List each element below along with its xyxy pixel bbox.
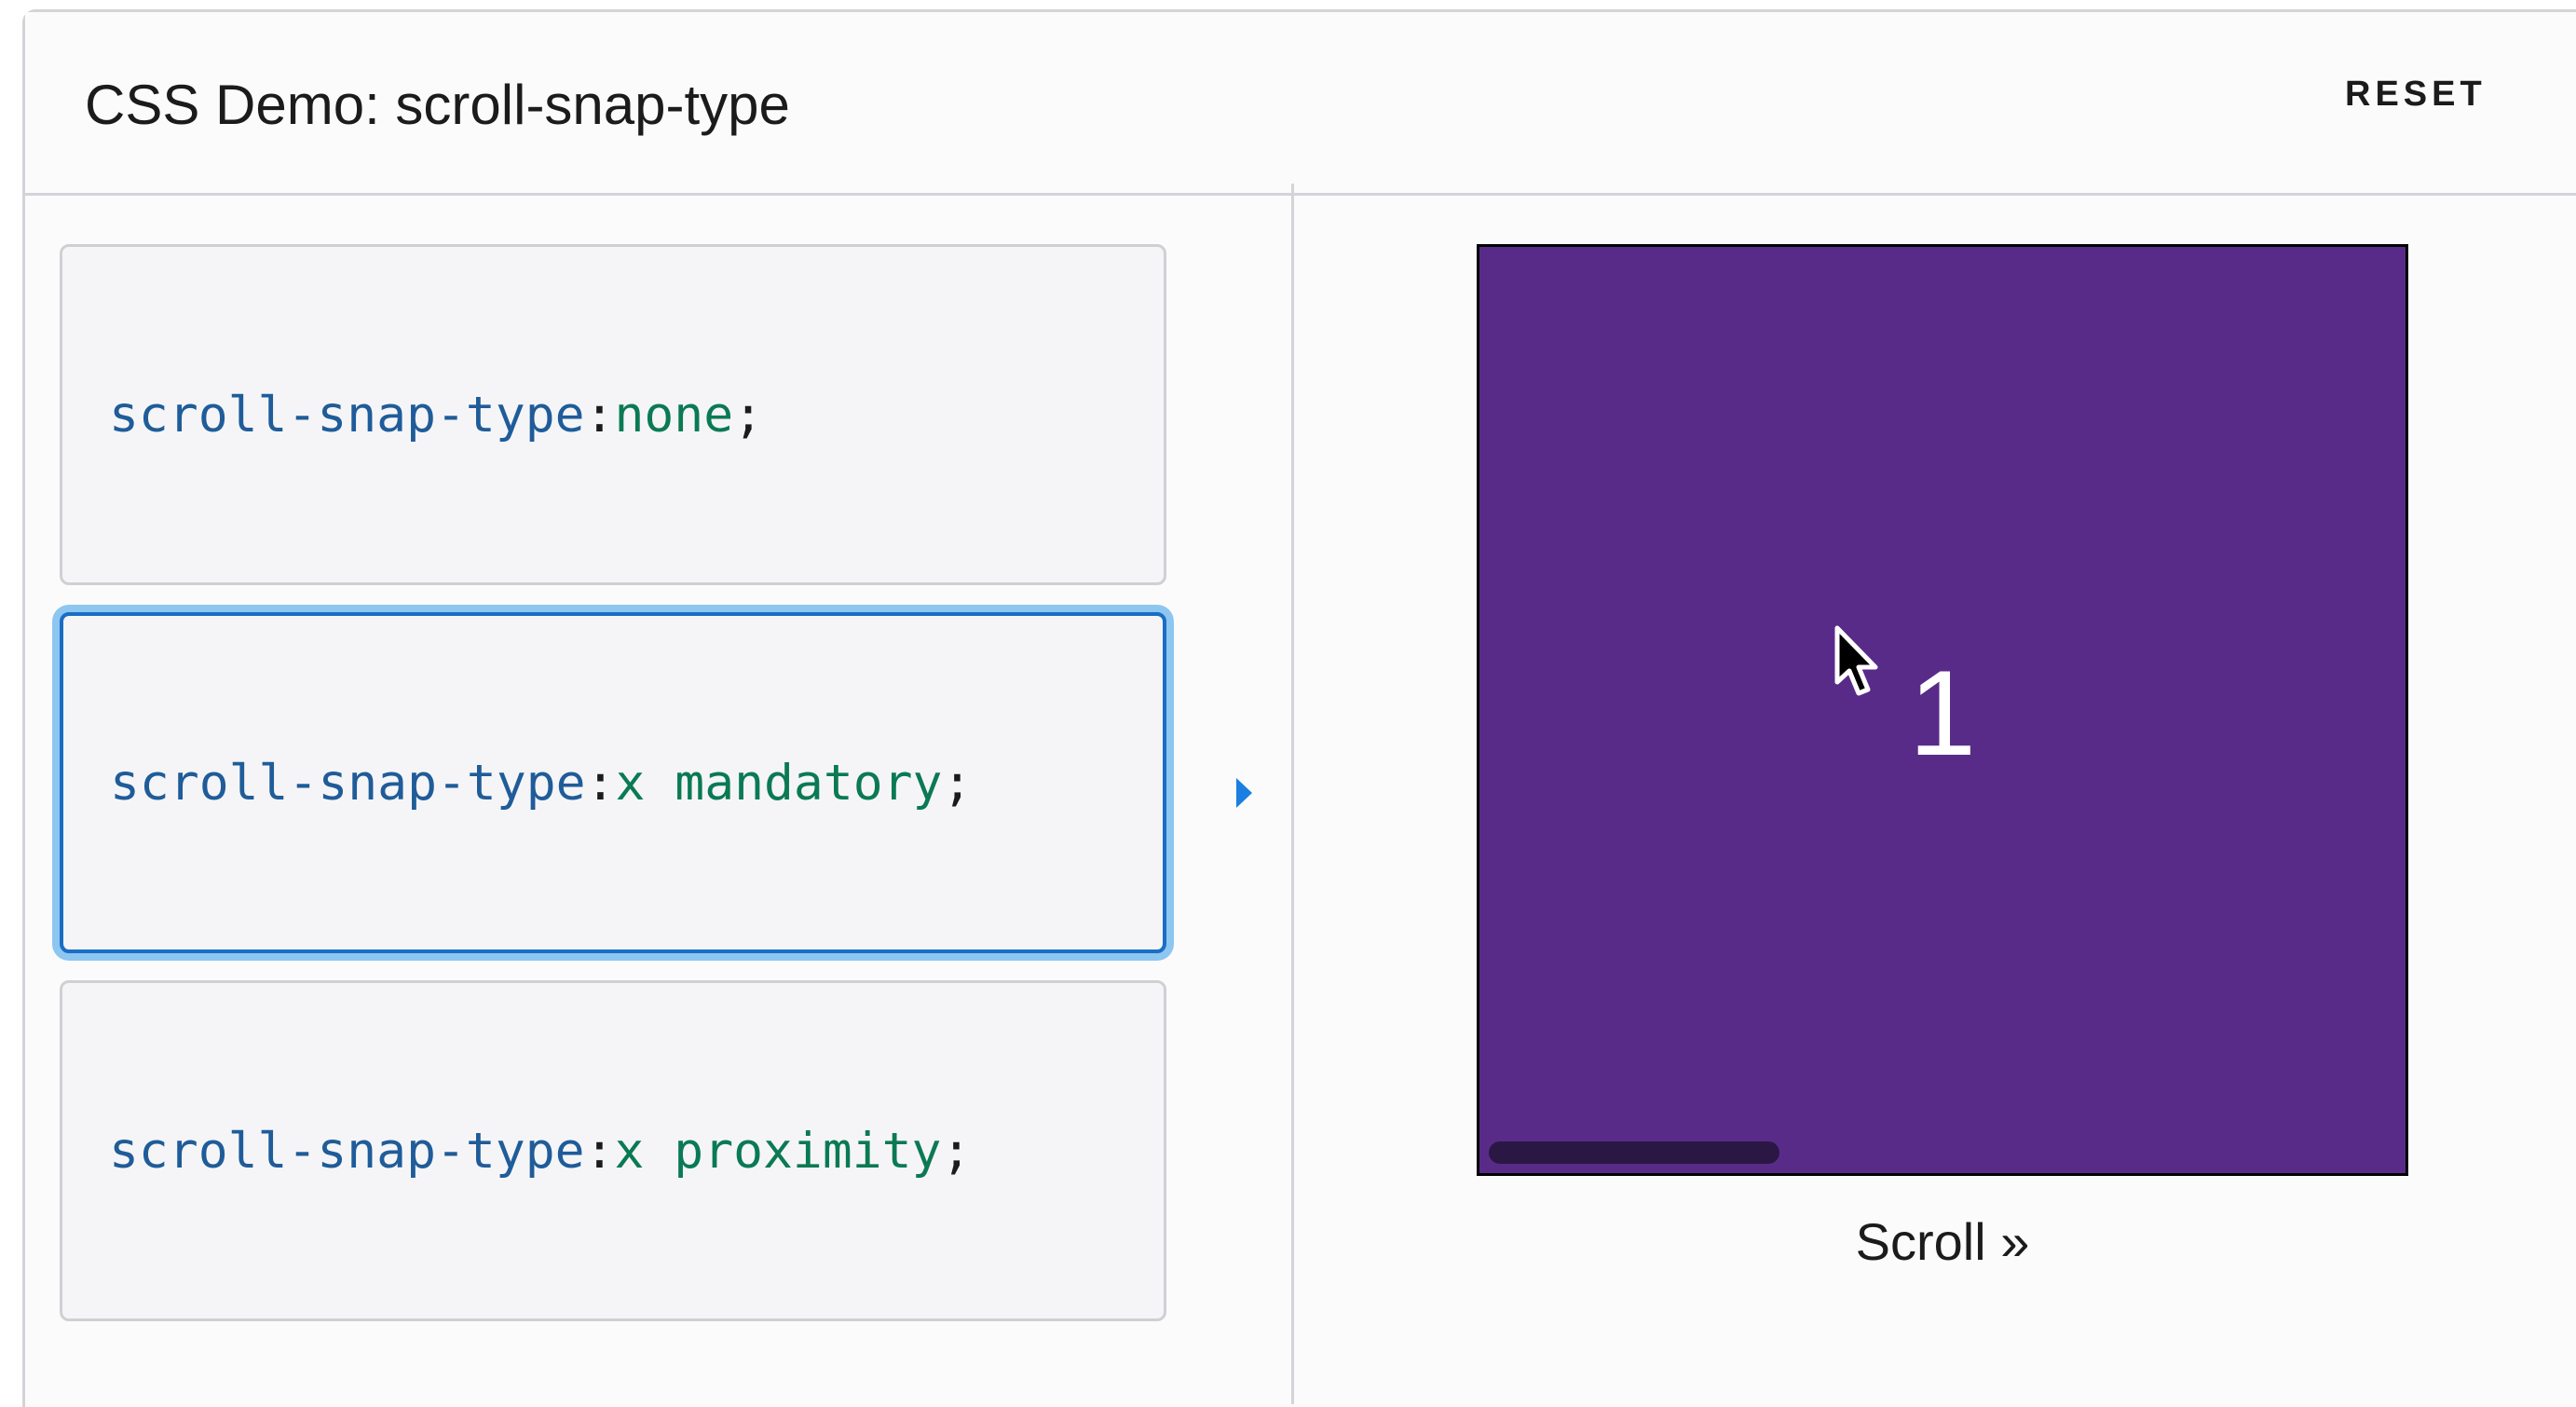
css-value: none [614, 386, 734, 444]
triangle-right-icon [1236, 778, 1252, 808]
mouse-cursor-icon [1834, 625, 1878, 696]
demo-header: CSS Demo: scroll-snap-type [25, 12, 2576, 196]
css-semicolon: ; [941, 1122, 972, 1180]
css-semicolon: ; [942, 754, 973, 812]
reset-button[interactable]: RESET [2345, 73, 2487, 116]
css-semicolon: ; [733, 386, 764, 444]
slide-number: 1 [1908, 645, 1977, 781]
css-property: scroll-snap-type [109, 386, 585, 444]
css-colon: : [584, 1122, 615, 1180]
css-colon: : [585, 754, 616, 812]
choice-none[interactable]: scroll-snap-type: none; [60, 244, 1166, 585]
css-value: x proximity [614, 1122, 942, 1180]
panel-divider [1291, 184, 1294, 1404]
css-property: scroll-snap-type [109, 1122, 585, 1180]
scroll-container[interactable]: 1 [1477, 244, 2408, 1176]
css-value: x mandatory [615, 754, 943, 812]
scroll-hint-label: Scroll » [1855, 1212, 2030, 1271]
css-colon: : [584, 386, 615, 444]
horizontal-scrollbar-thumb[interactable] [1489, 1141, 1779, 1164]
choice-x-proximity[interactable]: scroll-snap-type: x proximity; [60, 980, 1166, 1321]
page-title: CSS Demo: scroll-snap-type [85, 74, 790, 136]
css-property: scroll-snap-type [110, 754, 586, 812]
choice-x-mandatory[interactable]: scroll-snap-type: x mandatory; [60, 612, 1166, 953]
